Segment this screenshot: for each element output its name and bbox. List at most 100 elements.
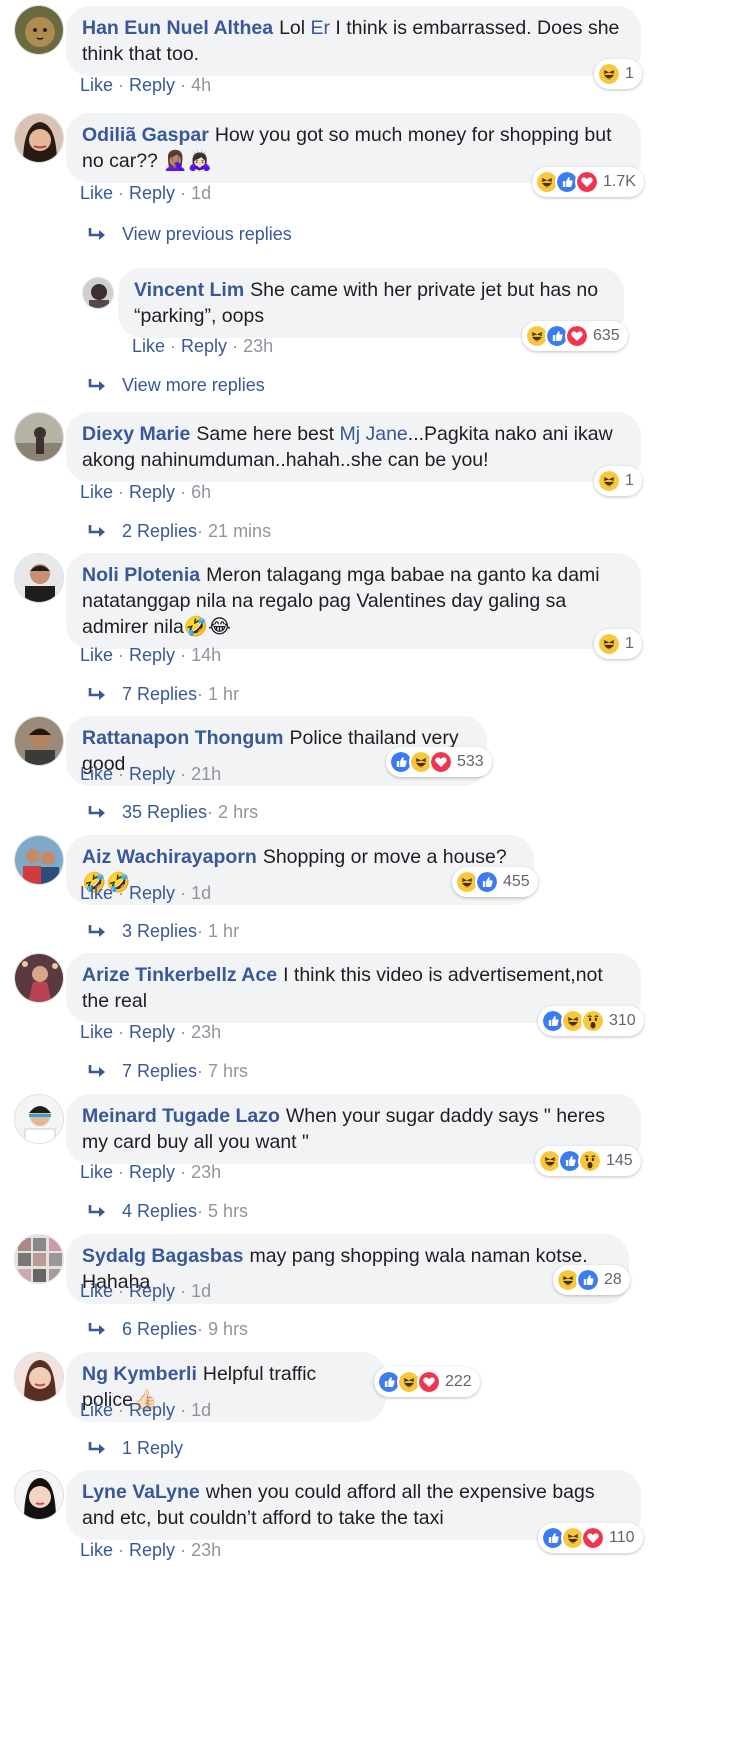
reply-link[interactable]: Reply xyxy=(129,75,175,95)
reply-link[interactable]: Reply xyxy=(129,883,175,903)
view-replies-link[interactable]: 6 Replies · 9 hrs xyxy=(86,1318,248,1340)
replies-label[interactable]: 1 Reply xyxy=(122,1437,183,1459)
like-link[interactable]: Like xyxy=(80,1022,113,1042)
avatar[interactable] xyxy=(14,953,64,1003)
reaction-summary[interactable]: 1 xyxy=(594,466,642,496)
reply-link[interactable]: Reply xyxy=(129,482,175,502)
separator: · xyxy=(180,883,187,903)
view-previous-replies[interactable]: View previous replies xyxy=(86,223,292,245)
comment-timestamp[interactable]: 21h xyxy=(191,764,221,784)
like-link[interactable]: Like xyxy=(80,1400,113,1420)
comment-timestamp[interactable]: 1d xyxy=(191,183,211,203)
comment-author[interactable]: Ng Kymberli xyxy=(82,1363,197,1385)
view-replies-link[interactable]: 35 Replies · 2 hrs xyxy=(86,801,258,823)
replies-time: · 1 hr xyxy=(197,921,240,941)
like-link[interactable]: Like xyxy=(80,764,113,784)
avatar[interactable] xyxy=(14,412,64,462)
reply-link[interactable]: Reply xyxy=(129,645,175,665)
reply-link[interactable]: Reply xyxy=(129,1022,175,1042)
avatar[interactable] xyxy=(14,1234,64,1284)
comment-timestamp[interactable]: 1d xyxy=(191,883,211,903)
comment-author[interactable]: Rattanapon Thongum xyxy=(82,727,283,749)
avatar[interactable] xyxy=(14,553,64,603)
comment-author[interactable]: Arize Tinkerbellz Ace xyxy=(82,964,277,986)
reaction-summary[interactable]: 222 xyxy=(374,1367,480,1397)
view-more-replies[interactable]: View more replies xyxy=(86,374,265,396)
reaction-summary[interactable]: 145 xyxy=(535,1146,641,1176)
like-link[interactable]: Like xyxy=(80,1281,113,1301)
comment-author[interactable]: Meinard Tugade Lazo xyxy=(82,1105,280,1127)
comment-author[interactable]: Vincent Lim xyxy=(134,279,244,301)
comment-author[interactable]: Aiz Wachirayaporn xyxy=(82,846,257,868)
like-link[interactable]: Like xyxy=(80,75,113,95)
comment-timestamp[interactable]: 23h xyxy=(191,1022,221,1042)
comment-timestamp[interactable]: 23h xyxy=(243,336,273,356)
replies-label[interactable]: 35 Replies xyxy=(122,801,207,823)
mention-link[interactable]: Er xyxy=(311,17,331,39)
reaction-summary[interactable]: 635 xyxy=(522,321,628,351)
avatar[interactable] xyxy=(14,113,64,163)
mention-link[interactable]: Mj Jane xyxy=(340,423,408,445)
avatar[interactable] xyxy=(14,1470,64,1520)
separator: · xyxy=(180,645,187,665)
avatar[interactable] xyxy=(14,1352,64,1402)
view-replies-link[interactable]: 2 Replies · 21 mins xyxy=(86,520,271,542)
replies-label[interactable]: View previous replies xyxy=(122,223,292,245)
replies-label[interactable]: 2 Replies xyxy=(122,520,197,542)
comment-timestamp[interactable]: 1d xyxy=(191,1400,211,1420)
like-link[interactable]: Like xyxy=(80,645,113,665)
view-replies-link[interactable]: 7 Replies · 1 hr xyxy=(86,683,239,705)
comment-author[interactable]: Lyne VaLyne xyxy=(82,1481,200,1503)
reaction-count: 533 xyxy=(457,753,484,770)
reply-link[interactable]: Reply xyxy=(129,1400,175,1420)
replies-label[interactable]: 7 Replies xyxy=(122,1060,197,1082)
like-link[interactable]: Like xyxy=(80,482,113,502)
comment-timestamp[interactable]: 1d xyxy=(191,1281,211,1301)
comment-timestamp[interactable]: 6h xyxy=(191,482,211,502)
replies-label[interactable]: View more replies xyxy=(122,374,265,396)
avatar[interactable] xyxy=(14,5,64,55)
view-replies-link[interactable]: 1 Reply xyxy=(86,1437,183,1459)
comment-timestamp[interactable]: 23h xyxy=(191,1540,221,1560)
comment-timestamp[interactable]: 4h xyxy=(191,75,211,95)
comment-timestamp[interactable]: 23h xyxy=(191,1162,221,1182)
comment-author[interactable]: Odiliã Gaspar xyxy=(82,124,209,146)
like-link[interactable]: Like xyxy=(80,183,113,203)
replies-label[interactable]: 3 Replies xyxy=(122,920,197,942)
view-replies-link[interactable]: 3 Replies · 1 hr xyxy=(86,920,239,942)
replies-time: · 5 hrs xyxy=(197,1201,249,1221)
reaction-summary[interactable]: 455 xyxy=(452,867,538,897)
reaction-summary[interactable]: 533 xyxy=(386,747,492,777)
comment-author[interactable]: Diexy Marie xyxy=(82,423,190,445)
reply-link[interactable]: Reply xyxy=(129,183,175,203)
reaction-summary[interactable]: 28 xyxy=(553,1265,630,1295)
reaction-summary[interactable]: 110 xyxy=(538,1523,643,1553)
replies-label[interactable]: 4 Replies xyxy=(122,1200,197,1222)
reply-link[interactable]: Reply xyxy=(129,1540,175,1560)
reply-link[interactable]: Reply xyxy=(129,764,175,784)
avatar[interactable] xyxy=(14,716,64,766)
reply-link[interactable]: Reply xyxy=(129,1162,175,1182)
avatar[interactable] xyxy=(82,277,114,309)
comment-author[interactable]: Han Eun Nuel Althea xyxy=(82,17,273,39)
reaction-summary[interactable]: 310 xyxy=(538,1006,644,1036)
avatar[interactable] xyxy=(14,1094,64,1144)
reply-link[interactable]: Reply xyxy=(181,336,227,356)
reaction-summary[interactable]: 1 xyxy=(594,59,642,89)
view-replies-link[interactable]: 7 Replies · 7 hrs xyxy=(86,1060,248,1082)
replies-label[interactable]: 6 Replies xyxy=(122,1318,197,1340)
comment-author[interactable]: Noli Plotenia xyxy=(82,564,200,586)
like-link[interactable]: Like xyxy=(80,1162,113,1182)
replies-label[interactable]: 7 Replies xyxy=(122,683,197,705)
reaction-summary[interactable]: 1.7K xyxy=(532,167,644,197)
separator: · xyxy=(118,1162,125,1182)
like-link[interactable]: Like xyxy=(80,1540,113,1560)
avatar[interactable] xyxy=(14,835,64,885)
view-replies-link[interactable]: 4 Replies · 5 hrs xyxy=(86,1200,248,1222)
comment-author[interactable]: Sydalg Bagasbas xyxy=(82,1245,243,1267)
reply-link[interactable]: Reply xyxy=(129,1281,175,1301)
reaction-summary[interactable]: 1 xyxy=(594,629,642,659)
like-link[interactable]: Like xyxy=(132,336,165,356)
comment-timestamp[interactable]: 14h xyxy=(191,645,221,665)
like-link[interactable]: Like xyxy=(80,883,113,903)
